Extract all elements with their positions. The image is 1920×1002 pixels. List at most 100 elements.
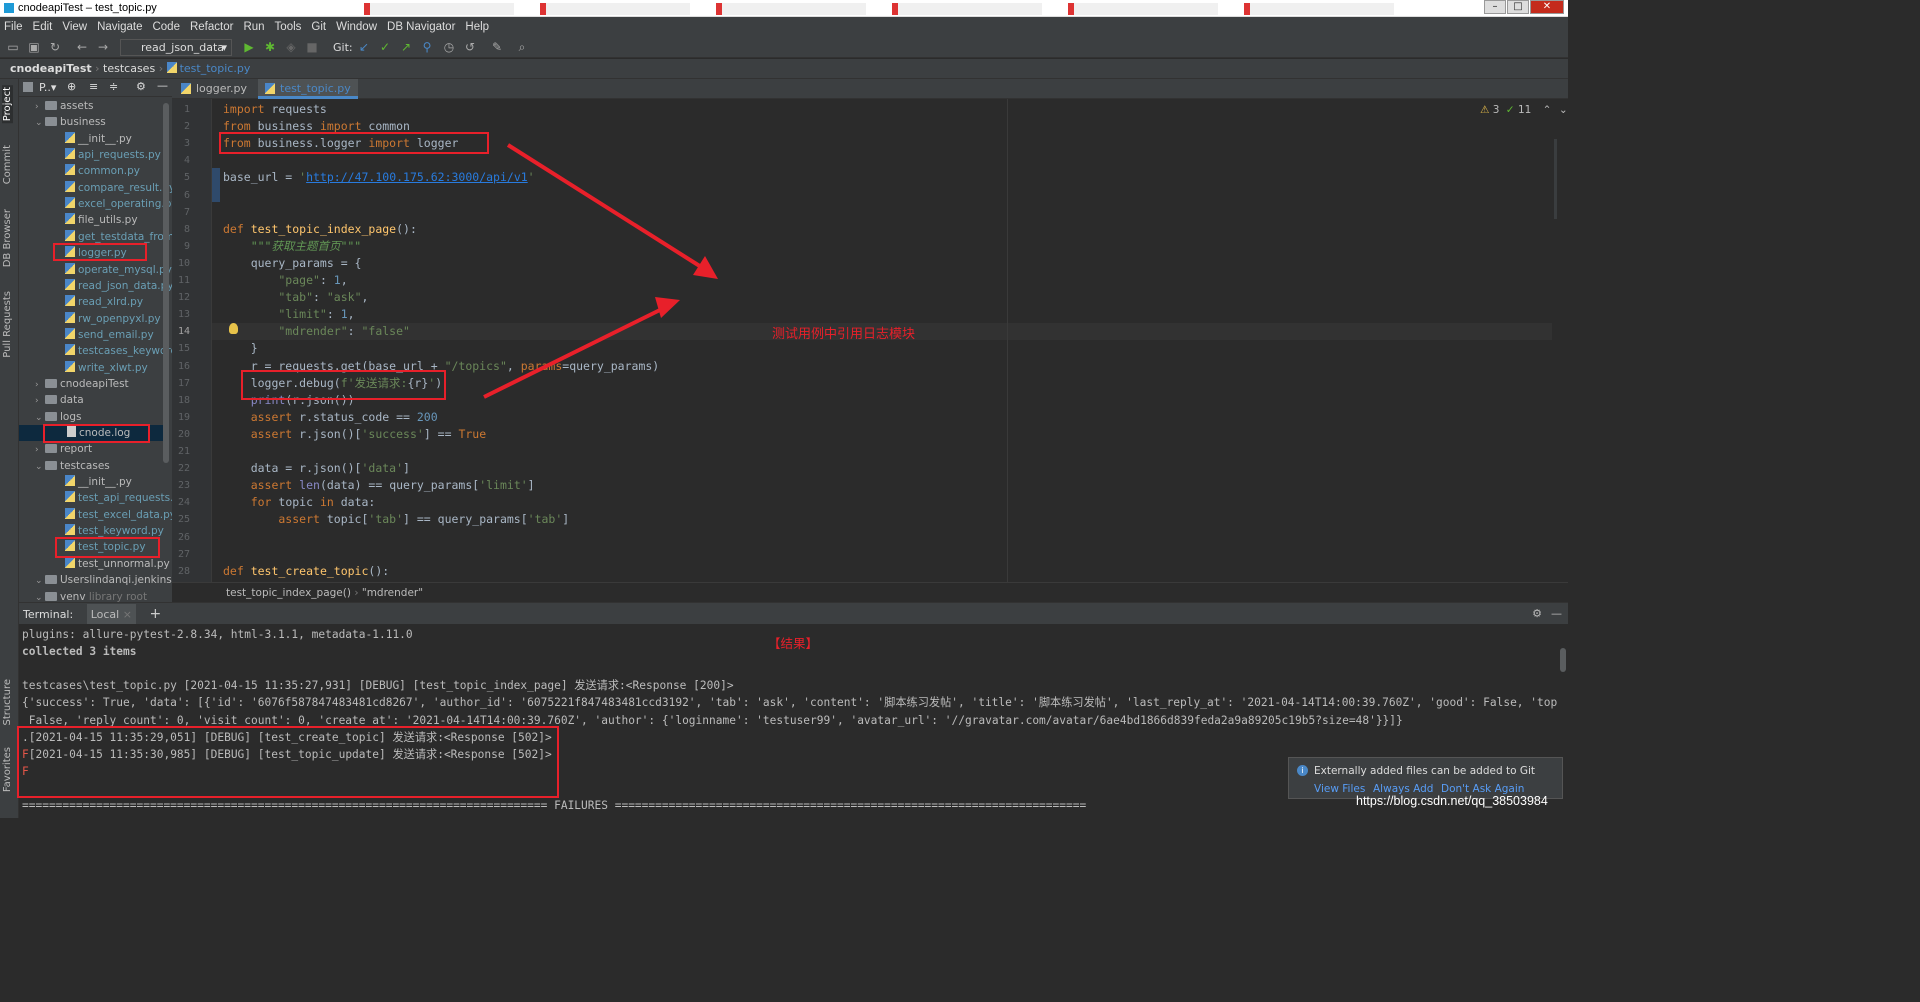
terminal-scrollbar[interactable]	[1560, 648, 1566, 672]
inspection-widget[interactable]: ⚠ 3 ✓ 11 ⌃ ⌄	[1480, 104, 1568, 116]
menu-run[interactable]: Run	[243, 21, 264, 33]
project-view-select[interactable]: P..▾	[39, 81, 56, 94]
rollback-icon[interactable]: ↺	[463, 40, 477, 54]
menu-tools[interactable]: Tools	[275, 21, 302, 33]
tool-window-structure[interactable]: Structure	[2, 679, 13, 726]
tree-item[interactable]: common.py	[65, 163, 140, 179]
tree-item[interactable]: send_email.py	[65, 327, 154, 343]
tree-item[interactable]: test_api_requests.p	[65, 490, 172, 506]
menu-navigate[interactable]: Navigate	[97, 21, 142, 33]
expand-arrow-icon[interactable]: ⌄	[35, 115, 45, 131]
back-icon[interactable]: ←	[75, 40, 89, 54]
expand-arrow-icon[interactable]: ›	[35, 377, 45, 393]
menu-view[interactable]: View	[62, 21, 87, 33]
save-icon[interactable]: ▣	[27, 40, 41, 54]
scrollbar-thumb[interactable]	[1554, 139, 1557, 219]
locate-icon[interactable]: ⊕	[67, 80, 76, 93]
tool-window-pull-requests[interactable]: Pull Requests	[2, 291, 13, 358]
hide-panel-icon[interactable]: —	[157, 79, 168, 92]
expand-arrow-icon[interactable]: ›	[35, 99, 45, 115]
expand-arrow-icon[interactable]: ›	[35, 393, 45, 409]
expand-arrow-icon[interactable]: ⌄	[35, 590, 45, 603]
background-browser-tab[interactable]	[716, 3, 866, 15]
chevron-down-icon[interactable]: ⌄	[1559, 104, 1568, 116]
add-terminal-icon[interactable]: +	[149, 606, 161, 622]
tree-item[interactable]: test_unnormal.py	[65, 556, 170, 572]
hide-panel-icon[interactable]: —	[1551, 603, 1562, 625]
tool-window-commit[interactable]: Commit	[2, 145, 13, 184]
close-window-button[interactable]: ✕	[1530, 0, 1564, 14]
tree-item[interactable]: compare_result.py	[65, 180, 172, 196]
expand-all-icon[interactable]: ≡	[89, 80, 98, 93]
git-update-icon[interactable]: ↙	[357, 40, 371, 54]
chevron-up-icon[interactable]: ⌃	[1543, 104, 1552, 116]
history-icon[interactable]: ◷	[442, 40, 456, 54]
background-browser-tab[interactable]	[540, 3, 690, 15]
settings-wrench-icon[interactable]: ✎	[490, 40, 504, 54]
menu-db-navigator[interactable]: DB Navigator	[387, 21, 455, 33]
tree-item[interactable]: file_utils.py	[65, 212, 138, 228]
minimize-button[interactable]: –	[1484, 0, 1506, 14]
breadcrumb-folder[interactable]: testcases	[103, 62, 155, 75]
tree-item[interactable]: api_requests.py	[65, 147, 161, 163]
background-browser-tab[interactable]	[1068, 3, 1218, 15]
menu-help[interactable]: Help	[465, 21, 489, 33]
forward-icon[interactable]: →	[96, 40, 110, 54]
tree-item[interactable]: › assets	[35, 98, 93, 114]
tab-logger[interactable]: logger.py ×	[174, 79, 258, 115]
expand-arrow-icon[interactable]: ›	[35, 442, 45, 458]
tree-item[interactable]: testcases_keyword	[65, 343, 172, 359]
gear-icon[interactable]: ⚙	[1532, 603, 1542, 625]
tree-item[interactable]: test_excel_data.py	[65, 507, 172, 523]
tree-item[interactable]: ⌄ venv library root	[35, 589, 147, 603]
menu-edit[interactable]: Edit	[33, 21, 53, 33]
run-configuration-select[interactable]: read_json_data ▾	[120, 39, 232, 56]
tree-item[interactable]: read_json_data.py	[65, 278, 172, 294]
tool-window-favorites[interactable]: Favorites	[2, 747, 13, 792]
menu-code[interactable]: Code	[152, 21, 180, 33]
tree-item[interactable]: ⌄ business	[35, 114, 106, 130]
menu-window[interactable]: Window	[336, 21, 377, 33]
tree-item[interactable]: __init__.py	[65, 131, 132, 147]
breadcrumb-file[interactable]: test_topic.py	[180, 62, 251, 75]
close-tab-icon[interactable]: ×	[123, 608, 132, 621]
search-icon[interactable]: ⌕	[515, 40, 529, 54]
git-push-icon[interactable]: ↗	[399, 40, 413, 54]
git-commit-icon[interactable]: ✓	[378, 40, 392, 54]
menu-refactor[interactable]: Refactor	[190, 21, 233, 33]
tree-item[interactable]: ⌄ Userslindanqi.jenkinsv	[35, 572, 172, 588]
tree-item[interactable]: __init__.py	[65, 474, 132, 490]
open-folder-icon[interactable]: ▭	[6, 40, 20, 54]
collapse-all-icon[interactable]: ≑	[109, 80, 118, 93]
tree-item[interactable]: write_xlwt.py	[65, 360, 148, 376]
git-branch-icon[interactable]: ⚲	[420, 40, 434, 54]
expand-arrow-icon[interactable]: ⌄	[35, 573, 45, 589]
stop-icon[interactable]: ■	[305, 40, 319, 54]
breadcrumb-project[interactable]: cnodeapiTest	[10, 62, 92, 75]
tree-item[interactable]: › cnodeapiTest	[35, 376, 129, 392]
sync-icon[interactable]: ↻	[48, 40, 62, 54]
editor-scrollbar[interactable]	[1552, 99, 1568, 582]
run-icon[interactable]: ▶	[242, 40, 256, 54]
tree-item[interactable]: ⌄ testcases	[35, 458, 110, 474]
tree-item[interactable]: ⌄ logs	[35, 409, 81, 425]
tree-item[interactable]: rw_openpyxl.py	[65, 311, 161, 327]
tool-window-project[interactable]: Project	[2, 85, 13, 124]
project-scrollbar[interactable]	[163, 103, 169, 463]
menu-file[interactable]: File	[4, 21, 23, 33]
crumb-key[interactable]: "mdrender"	[362, 587, 423, 599]
debug-icon[interactable]: ✱	[263, 40, 277, 54]
tab-test-topic[interactable]: test_topic.py ×	[258, 79, 358, 115]
maximize-button[interactable]: □	[1507, 0, 1529, 14]
expand-arrow-icon[interactable]: ⌄	[35, 459, 45, 475]
tree-item[interactable]: › report	[35, 441, 92, 457]
crumb-function[interactable]: test_topic_index_page()	[226, 587, 351, 599]
menu-git[interactable]: Git	[311, 21, 326, 33]
background-browser-tab[interactable]	[892, 3, 1042, 15]
background-browser-tab[interactable]	[364, 3, 514, 15]
tree-item[interactable]: › data	[35, 392, 84, 408]
terminal-tab-local[interactable]: Local ×	[86, 604, 136, 626]
tree-item[interactable]: excel_operating.py	[65, 196, 172, 212]
tool-window-db-browser[interactable]: DB Browser	[2, 209, 13, 267]
gear-icon[interactable]: ⚙	[136, 80, 146, 93]
